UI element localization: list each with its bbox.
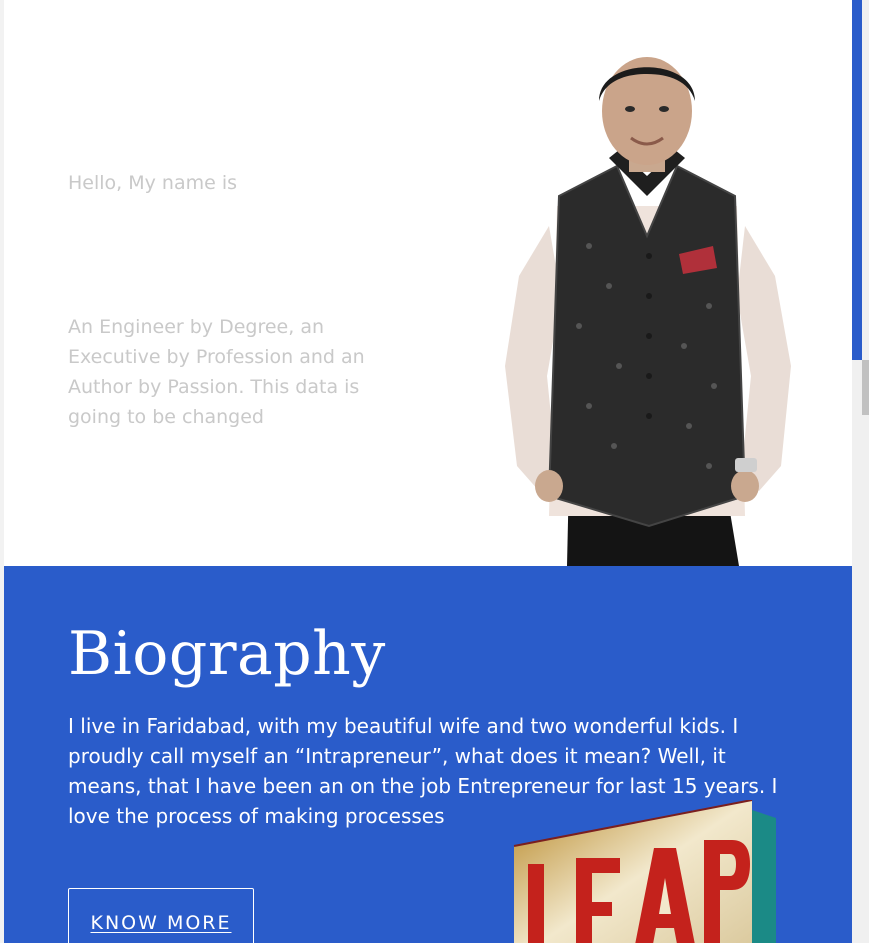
hero-tagline: An Engineer by Degree, an Executive by P… (68, 316, 365, 428)
know-more-button[interactable]: KNOW MORE (68, 888, 254, 943)
biography-section: Biography I live in Faridabad, with my b… (4, 566, 852, 943)
page: Hello, My name is An Engineer by Degree,… (0, 0, 869, 943)
author-portrait (505, 57, 791, 566)
hero-greeting: Hello, My name is (68, 172, 238, 194)
scrollbar-marker (862, 360, 869, 415)
hero-section: Hello, My name is An Engineer by Degree,… (4, 0, 852, 566)
scrollbar-thumb[interactable] (852, 0, 862, 360)
book-cover-image (513, 800, 776, 943)
biography-title: Biography (68, 619, 386, 689)
